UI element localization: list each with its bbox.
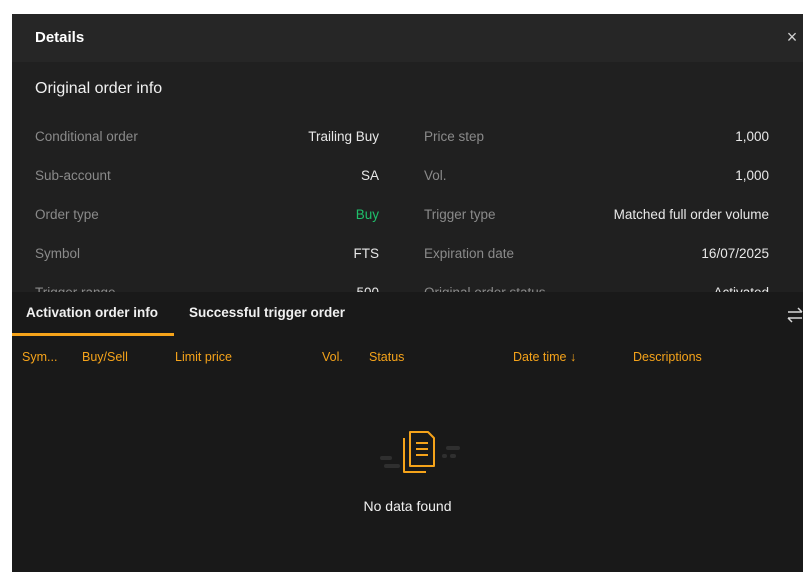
info-value: FTS [353, 246, 380, 261]
info-value: 16/07/2025 [701, 246, 769, 261]
empty-state-text: No data found [363, 498, 452, 514]
original-order-panel: Original order info Conditional order Tr… [12, 62, 803, 300]
column-header-buy-sell[interactable]: Buy/Sell [82, 350, 128, 364]
info-label: Expiration date [424, 246, 515, 261]
info-row-vol: Vol. 1,000 [424, 168, 769, 188]
info-row-price-step: Price step 1,000 [424, 129, 769, 149]
section-title: Original order info [35, 80, 163, 97]
column-header-date-time[interactable]: Date time ↓ [513, 350, 576, 364]
info-label: Sub-account [35, 168, 111, 183]
column-header-descriptions[interactable]: Descriptions [633, 350, 702, 364]
close-icon: × [786, 27, 798, 47]
info-row-symbol: Symbol FTS [12, 246, 392, 266]
info-value-buy: Buy [355, 207, 379, 222]
info-row-conditional-order: Conditional order Trailing Buy [12, 129, 392, 149]
info-row-trigger-type: Trigger type Matched full order volume [424, 207, 769, 227]
close-button[interactable]: × [781, 26, 803, 48]
dialog-header: Details × [12, 14, 803, 62]
info-value: 1,000 [735, 168, 769, 183]
info-value: SA [360, 168, 379, 183]
info-label: Trigger type [424, 207, 496, 222]
info-label: Order type [35, 207, 99, 222]
column-header-limit-price[interactable]: Limit price [175, 350, 232, 364]
info-label: Price step [424, 129, 485, 144]
swap-arrows-icon[interactable] [787, 306, 803, 324]
info-label: Symbol [35, 246, 81, 261]
info-row-expiration-date: Expiration date 16/07/2025 [424, 246, 769, 266]
column-header-symbol[interactable]: Sym... [22, 350, 57, 364]
info-label: Conditional order [35, 129, 138, 144]
info-value: Matched full order volume [613, 207, 769, 222]
column-header-status[interactable]: Status [369, 350, 404, 364]
dialog-title: Details [35, 29, 85, 46]
info-value: Trailing Buy [308, 129, 379, 144]
info-row-order-type: Order type Buy [12, 207, 392, 227]
tab-activation-order-info[interactable]: Activation order info [12, 292, 175, 336]
tab-bar: Activation order info Successful trigger… [12, 292, 803, 336]
empty-document-icon [380, 431, 460, 473]
column-header-vol[interactable]: Vol. [322, 350, 343, 364]
info-label: Vol. [424, 168, 447, 183]
info-value: 1,000 [735, 129, 769, 144]
details-dialog: Details × Original order info Conditiona… [12, 14, 803, 572]
tab-successful-trigger-order[interactable]: Successful trigger order [189, 292, 345, 336]
info-row-sub-account: Sub-account SA [12, 168, 392, 188]
